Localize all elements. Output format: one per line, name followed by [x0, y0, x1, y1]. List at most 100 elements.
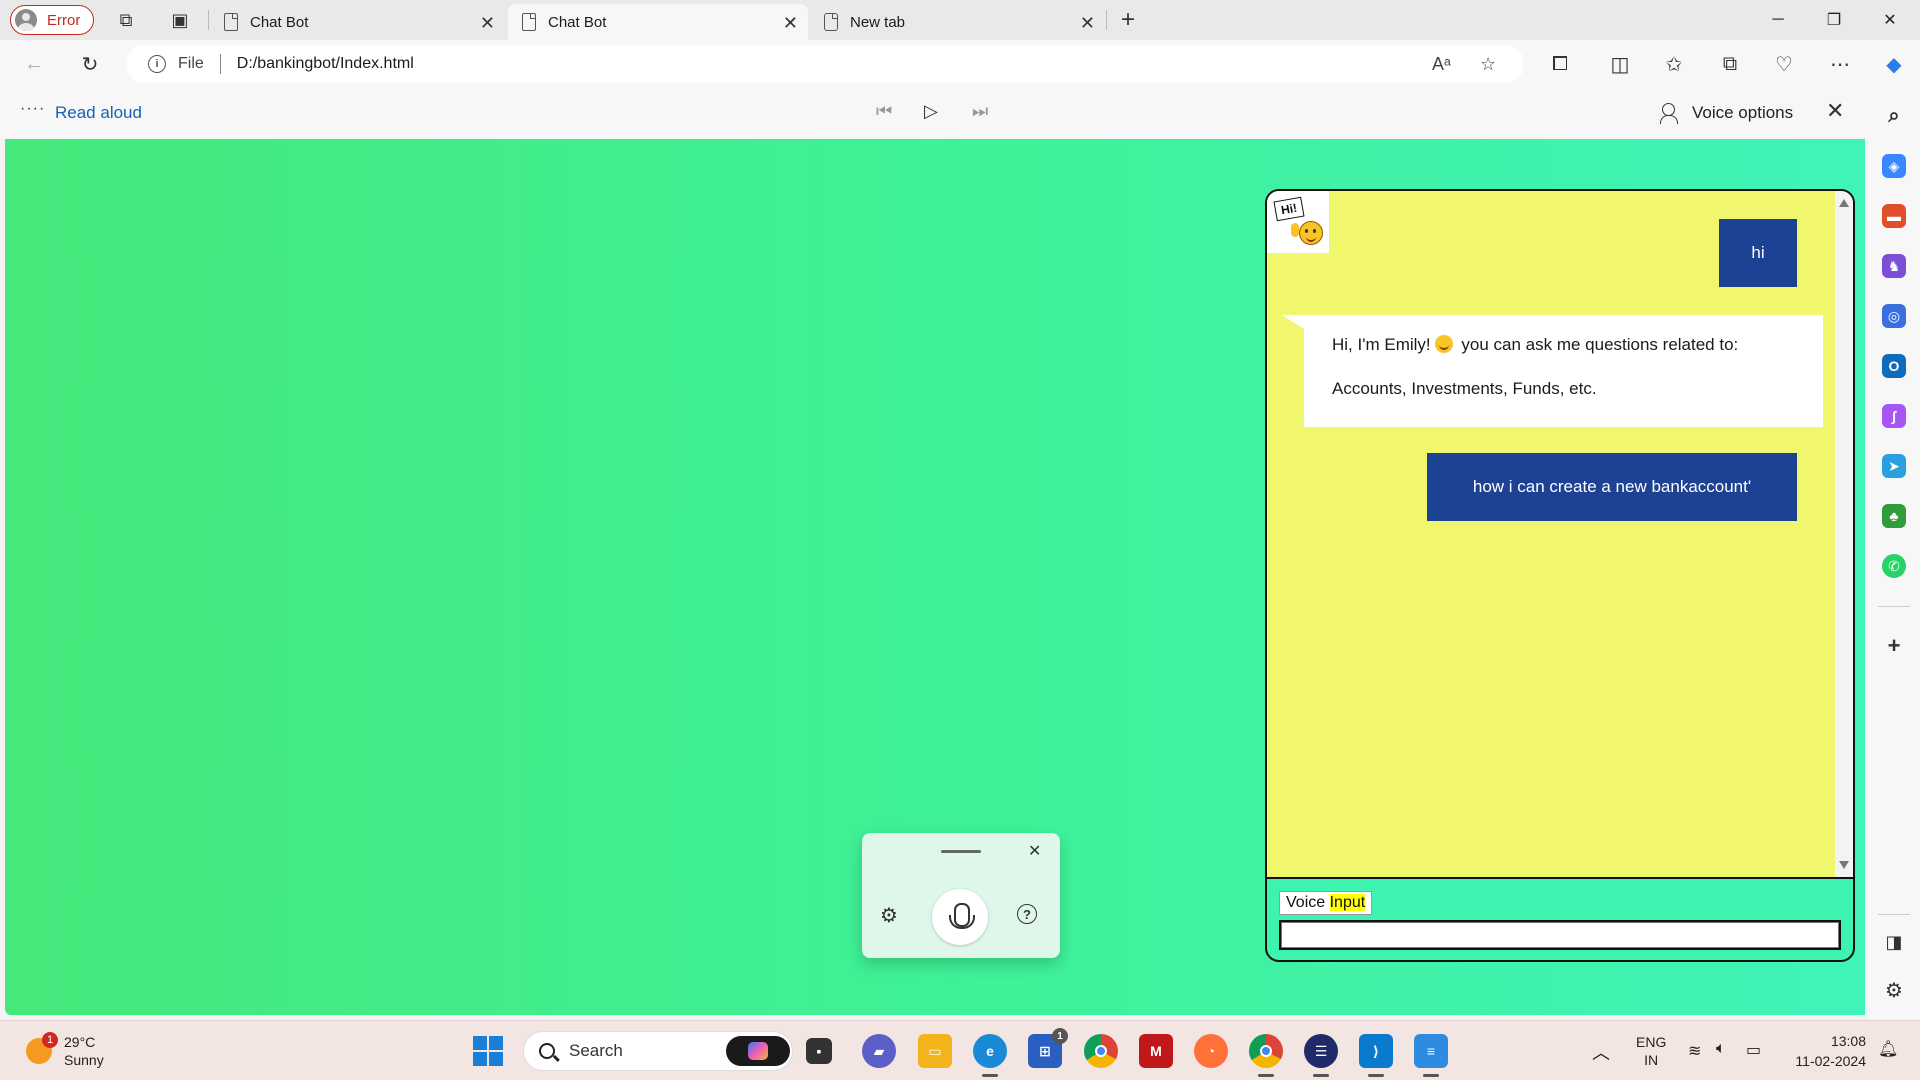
page-icon	[522, 13, 536, 31]
read-aloud-menu-icon[interactable]: ····	[20, 100, 45, 118]
mcafee-icon[interactable]: M	[1139, 1034, 1173, 1068]
tab-new-tab[interactable]: New tab ✕	[810, 4, 1105, 40]
tab-close-icon[interactable]: ✕	[783, 13, 798, 34]
favorite-star-icon[interactable]: ☆	[1480, 54, 1496, 75]
windows-start-icon[interactable]	[473, 1036, 503, 1066]
input-label-highlight: Input	[1329, 894, 1366, 911]
collections-icon[interactable]: ⧉	[1716, 50, 1744, 78]
hi-greeting-badge: Hi!	[1267, 191, 1329, 253]
hide-sidebar-icon[interactable]: ◨	[1882, 930, 1906, 954]
restore-icon[interactable]: ❐	[1814, 6, 1854, 34]
help-icon[interactable]: ?	[1017, 904, 1037, 924]
volume-icon[interactable]: 🔈︎	[1716, 1040, 1726, 1058]
hi-sign-icon: Hi!	[1273, 196, 1305, 222]
vscode-icon[interactable]: ⟩	[1359, 1034, 1393, 1068]
read-aloud-close-icon[interactable]: ✕	[1826, 98, 1844, 124]
tree-icon[interactable]: ♣	[1882, 504, 1906, 528]
search-label: Search	[569, 1041, 623, 1060]
copilot-icon[interactable]: ◆	[1880, 50, 1908, 78]
show-hidden-icons-chevron-icon[interactable]: ︿	[1592, 1039, 1610, 1065]
info-icon[interactable]: i	[148, 55, 166, 73]
chat-divider	[1267, 877, 1853, 879]
new-tab-page-icon	[824, 13, 838, 31]
voice-input-field[interactable]	[1279, 920, 1841, 950]
weather-alert-badge: 1	[42, 1032, 58, 1048]
bot-message-bubble: Hi, I'm Emily! you can ask me questions …	[1282, 315, 1823, 427]
clock-time: 13:08	[1830, 1033, 1866, 1049]
read-aloud-icon[interactable]: A͏ᵃ	[1432, 54, 1451, 75]
scroll-down-arrow-icon[interactable]	[1839, 861, 1849, 869]
microsoft-365-icon[interactable]: ◎	[1882, 304, 1906, 328]
teams-chat-icon[interactable]: ▰	[862, 1034, 896, 1068]
outlook-icon[interactable]: O	[1882, 354, 1906, 378]
telegram-icon[interactable]: ➤	[1882, 454, 1906, 478]
file-explorer-icon[interactable]: ▭	[918, 1034, 952, 1068]
split-screen-icon[interactable]: ◫	[1606, 50, 1634, 78]
taskbar-search-box[interactable]: Search	[523, 1031, 793, 1071]
sidebar-settings-icon[interactable]: ⚙	[1882, 978, 1906, 1002]
tab-close-icon[interactable]: ✕	[480, 13, 495, 34]
minimize-icon[interactable]: ─	[1758, 6, 1798, 34]
shopping-tag-icon[interactable]: ◈	[1882, 154, 1906, 178]
browser-essentials-icon[interactable]: ♡	[1770, 50, 1798, 78]
workspaces-icon[interactable]: ⧉	[114, 8, 138, 32]
search-icon[interactable]: ⌕	[1882, 104, 1906, 128]
battery-icon[interactable]: ▭	[1746, 1040, 1761, 1060]
tab-chat-bot-2[interactable]: Chat Bot ✕	[508, 4, 808, 40]
copilot-icon[interactable]	[726, 1036, 790, 1066]
new-tab-plus-icon[interactable]: +	[1116, 6, 1140, 33]
edge-browser-icon[interactable]: e	[973, 1034, 1007, 1068]
designer-icon[interactable]: ∫	[1882, 404, 1906, 428]
address-bar[interactable]: i File D:/bankingbot/Index.html A͏ᵃ ☆	[126, 45, 1524, 83]
back-arrow-icon[interactable]: ←	[20, 50, 48, 78]
drag-handle[interactable]	[941, 850, 981, 853]
tools-icon[interactable]: ▬	[1882, 204, 1906, 228]
url-text[interactable]: D:/bankingbot/Index.html	[237, 55, 414, 73]
voice-input-label: Voice Input	[1279, 891, 1373, 915]
profile-button[interactable]: Error	[10, 5, 94, 35]
games-icon[interactable]: ♞	[1882, 254, 1906, 278]
user-message-bubble: hi	[1719, 219, 1797, 287]
tab-chat-bot-1[interactable]: Chat Bot ✕	[210, 4, 505, 40]
windows-taskbar: 1 29°C Sunny Search ▪ ▰ ▭ e ⊞ 1 M ◔ ☰ ⟩ …	[0, 1020, 1920, 1080]
eclipse-icon[interactable]: ☰	[1304, 1034, 1338, 1068]
extensions-icon[interactable]: ⧠	[1546, 50, 1574, 78]
voice-typing-popup: ✕ ⚙ ?	[862, 833, 1060, 958]
add-sidebar-app-icon[interactable]: +	[1882, 633, 1906, 658]
scroll-up-arrow-icon[interactable]	[1839, 199, 1849, 207]
task-view-icon[interactable]: ▪	[806, 1038, 832, 1064]
weather-temperature: 29°C	[64, 1034, 96, 1050]
play-icon[interactable]: ▷	[924, 101, 938, 122]
more-menu-icon[interactable]: ⋯	[1826, 50, 1854, 78]
voice-typing-close-icon[interactable]: ✕	[1028, 841, 1041, 861]
microphone-button[interactable]	[932, 889, 988, 945]
chat-messages-area: Hi! hi Hi, I'm Emily! you can ask me que…	[1267, 191, 1835, 877]
bot-message-line-2: Accounts, Investments, Funds, etc.	[1332, 379, 1597, 398]
firefox-icon[interactable]: ◔	[1194, 1034, 1228, 1068]
notification-bell-icon[interactable]: 🔔︎	[1878, 1039, 1898, 1059]
chrome-profile-icon[interactable]	[1249, 1034, 1283, 1068]
url-separator	[219, 54, 221, 74]
language-indicator[interactable]: ENG IN	[1636, 1033, 1666, 1069]
notepad-icon[interactable]: ≡	[1414, 1034, 1448, 1068]
wifi-icon[interactable]: ≋	[1688, 1041, 1701, 1061]
chrome-icon[interactable]	[1084, 1034, 1118, 1068]
microsoft-store-icon[interactable]: ⊞ 1	[1028, 1028, 1068, 1068]
system-clock[interactable]: 13:08 11-02-2024	[1786, 1031, 1866, 1071]
next-paragraph-icon[interactable]: ⏭	[972, 101, 988, 122]
chat-scrollbar[interactable]	[1835, 191, 1853, 877]
favorites-icon[interactable]: ✩	[1660, 50, 1688, 78]
voice-options-button[interactable]: Voice options	[1660, 102, 1793, 124]
profile-avatar-icon	[15, 9, 37, 31]
refresh-icon[interactable]: ↻	[76, 50, 104, 78]
voice-typing-settings-icon[interactable]: ⚙	[880, 903, 898, 928]
bot-message-line-1: Hi, I'm Emily! you can ask me questions …	[1332, 335, 1795, 355]
sun-weather-icon: 1	[26, 1032, 58, 1064]
tab-close-icon[interactable]: ✕	[1080, 13, 1095, 34]
weather-widget[interactable]: 1 29°C Sunny	[26, 1032, 104, 1069]
profile-status-label: Error	[47, 11, 81, 29]
window-close-icon[interactable]: ✕	[1870, 6, 1910, 34]
previous-paragraph-icon[interactable]: ⏮	[876, 101, 892, 122]
vertical-tabs-icon[interactable]: ▣	[168, 8, 192, 32]
whatsapp-icon[interactable]: ✆	[1882, 554, 1906, 578]
